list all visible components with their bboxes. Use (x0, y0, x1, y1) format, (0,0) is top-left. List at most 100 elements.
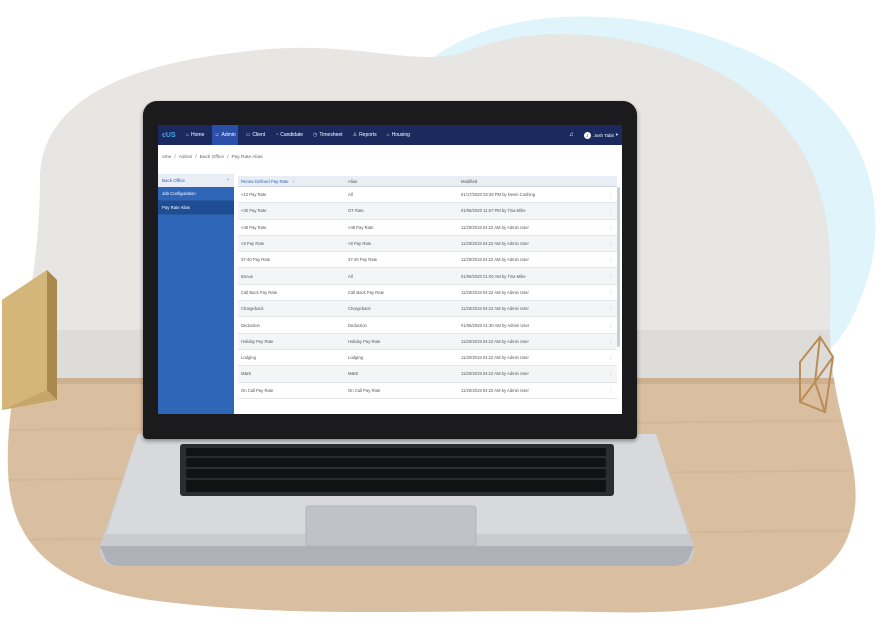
cell-pay-rate: <8 Pay Rate (241, 241, 265, 247)
breadcrumb-separator: / (227, 155, 229, 160)
cell-alias: Deduction (348, 322, 367, 328)
cell-alias: On Call Pay Rate (348, 387, 381, 393)
cell-pay-rate: Lodging (241, 355, 256, 361)
table-row[interactable]: Deduction Deduction 01/06/2020 01:30 AM by… (238, 317, 617, 334)
cell-alias: All (348, 192, 353, 198)
clock-icon: ◷ (313, 132, 318, 138)
breadcrumb: ome / Admin / Back Office / Pay Rate Alias (162, 155, 266, 160)
breadcrumb-item[interactable]: Pay Rate Alias (231, 155, 262, 160)
cell-pay-rate: On Call Pay Rate (241, 387, 274, 393)
user-icon: ☺ (214, 132, 220, 138)
breadcrumb-separator: / (174, 155, 176, 160)
row-menu-icon[interactable]: ⋮ (605, 339, 617, 344)
briefcase-icon: ▭ (245, 132, 251, 138)
sidebar-item-pay-rate-alias[interactable]: Pay Rate Alias (158, 201, 234, 215)
pay-rate-table: Renna Defined Pay Rate ↑ Alias Modified … (238, 176, 617, 399)
table-row[interactable]: On Call Pay Rate On Call Pay Rate 11/20/20… (238, 383, 617, 399)
cell-modified: 01/09/2020 01:00 AM by Tina Mihe (461, 273, 526, 279)
nav-item-client[interactable]: ▭ Client (244, 125, 268, 145)
row-menu-icon[interactable]: ⋮ (605, 208, 617, 213)
cell-modified: 01/08/2020 11:57 PM by Tina Mihe (461, 208, 526, 214)
cell-modified: 11/20/2019 04:22 AM by Admin User (461, 355, 529, 361)
cell-modified: 01/17/2020 02:29 PM by Devin Cushing (461, 192, 536, 198)
table-scrollbar[interactable] (617, 187, 620, 347)
table-row[interactable]: <40 Pay Rate OT Rate 01/08/2020 11:57 PM b… (238, 203, 617, 220)
avatar[interactable]: J (583, 131, 591, 139)
user-name[interactable]: Josh Tabit (594, 133, 614, 138)
row-menu-icon[interactable]: ⋮ (605, 388, 617, 393)
table-row[interactable]: Lodging Lodging 11/20/2019 04:22 AM by Adm… (238, 350, 617, 367)
nav-item-label: Timesheet (319, 132, 343, 138)
nav-item-candidate[interactable]: ◔ Candidate (273, 125, 305, 145)
chevron-down-icon[interactable]: ▾ (616, 132, 618, 138)
row-menu-icon[interactable]: ⋮ (605, 371, 617, 376)
cell-modified: 01/06/2020 01:30 AM by Admin User (461, 322, 530, 328)
breadcrumb-item[interactable]: ome (162, 155, 171, 160)
cell-alias: M&IE (348, 371, 359, 377)
nav-menu: ⌂ Home ☺ Admin ▭ Client ◔ Candidate ◷ Timesheet ♙ R… (184, 125, 418, 145)
cell-pay-rate: Deduction (241, 322, 260, 328)
sort-arrow-icon[interactable]: ↑ (293, 179, 295, 184)
geometric-decor (799, 335, 835, 414)
cell-modified: 11/20/2019 04:22 AM by Admin User (461, 289, 529, 295)
cell-alias: Holiday Pay Rate (348, 338, 381, 344)
table-row[interactable]: Holiday Pay Rate Holiday Pay Rate 11/20/20… (238, 333, 617, 350)
sidebar-header[interactable]: Back Office ⌃ (158, 174, 234, 187)
nav-item-label: Client (252, 132, 266, 138)
nav-item-housing[interactable]: ⌂ Housing (385, 125, 412, 145)
nav-item-admin[interactable]: ☺ Admin (212, 125, 238, 145)
column-header-defined-pay-rate[interactable]: Renna Defined Pay Rate ↑ (238, 179, 348, 184)
cell-modified: 11/20/2019 04:22 AM by Admin User (461, 387, 529, 393)
table-row[interactable]: <8 Pay Rate <8 Pay Rate 11/20/2019 04:22 A… (238, 235, 617, 253)
row-menu-icon[interactable]: ⋮ (605, 257, 617, 262)
breadcrumb-item[interactable]: Back Office (200, 155, 224, 160)
user-area: ♫ J Josh Tabit ▾ (569, 125, 618, 145)
cell-alias: Chargeback (348, 306, 371, 312)
column-header-modified[interactable]: Modified (461, 179, 605, 184)
table-row[interactable]: <12 Pay Rate All 01/17/2020 02:29 PM by De… (238, 187, 617, 204)
cell-modified: 11/20/2019 04:22 AM by Admin User (461, 338, 529, 344)
row-menu-icon[interactable]: ⋮ (605, 355, 617, 360)
row-menu-icon[interactable]: ⋮ (605, 192, 617, 197)
row-menu-icon[interactable]: ⋮ (605, 241, 617, 246)
nav-item-label: Housing (391, 132, 410, 138)
cell-pay-rate: Chargeback (241, 306, 264, 312)
row-menu-icon[interactable]: ⋮ (605, 225, 617, 230)
cell-alias: <8 Pay Rate (348, 241, 372, 247)
table-row[interactable]: M&IE M&IE 11/20/2019 04:22 AM by Admin Use… (238, 366, 617, 383)
breadcrumb-item[interactable]: Admin (179, 155, 193, 160)
row-menu-icon[interactable]: ⋮ (605, 290, 617, 295)
cell-pay-rate: <40 Pay Rate (241, 208, 267, 214)
cell-modified: 11/20/2019 04:22 AM by Admin User (461, 257, 529, 263)
row-menu-icon[interactable]: ⋮ (605, 274, 617, 279)
nav-item-timesheet[interactable]: ◷ Timesheet (311, 125, 345, 145)
brand-logo[interactable]: cUS (162, 132, 184, 139)
column-header-alias[interactable]: Alias (348, 179, 461, 184)
candidate-icon: ◔ (275, 132, 279, 138)
table-row[interactable]: 37-40 Pay Rate 37-40 Pay Rate 11/20/2019 0… (238, 252, 617, 269)
house-icon: ⌂ (386, 132, 390, 138)
row-menu-icon[interactable]: ⋮ (605, 306, 617, 311)
table-row[interactable]: Chargeback Chargeback 11/20/2019 04:22 AM … (238, 301, 617, 318)
nav-item-reports[interactable]: ♙ Reports (351, 125, 379, 145)
notification-icon[interactable]: ♫ (569, 132, 574, 138)
top-navigation-bar: cUS ⌂ Home ☺ Admin ▭ Client ◔ Candidate ◷ Timeshe… (158, 125, 622, 145)
nav-item-home[interactable]: ⌂ Home (184, 125, 206, 145)
cell-pay-rate: M&IE (241, 371, 252, 377)
person-icon: ♙ (352, 132, 358, 138)
cell-pay-rate: Bonus (241, 273, 253, 279)
nav-item-label: Reports (359, 132, 377, 138)
cell-pay-rate: <48 Pay Rate (241, 224, 267, 230)
breadcrumb-separator: / (195, 155, 197, 160)
cell-modified: 11/20/2019 04:22 AM by Admin User (461, 306, 529, 312)
table-row[interactable]: Call Back Pay Rate Call Back Pay Rate 11/2… (238, 285, 617, 302)
table-header: Renna Defined Pay Rate ↑ Alias Modified (238, 176, 617, 187)
laptop-screen: cUS ⌂ Home ☺ Admin ▭ Client ◔ Candidate ◷ Timeshe… (158, 125, 622, 414)
cell-alias: Lodging (348, 355, 363, 361)
cell-alias: 37-40 Pay Rate (348, 257, 378, 263)
cell-alias: <48 Pay Rate (348, 224, 374, 230)
sidebar-item-job-configuration[interactable]: Job Configuration (158, 187, 234, 201)
row-menu-icon[interactable]: ⋮ (605, 323, 617, 328)
table-row[interactable]: <48 Pay Rate <48 Pay Rate 11/20/2019 04:22… (238, 220, 617, 236)
table-row[interactable]: Bonus All 01/09/2020 01:00 AM by Tina Mihe… (238, 268, 617, 285)
